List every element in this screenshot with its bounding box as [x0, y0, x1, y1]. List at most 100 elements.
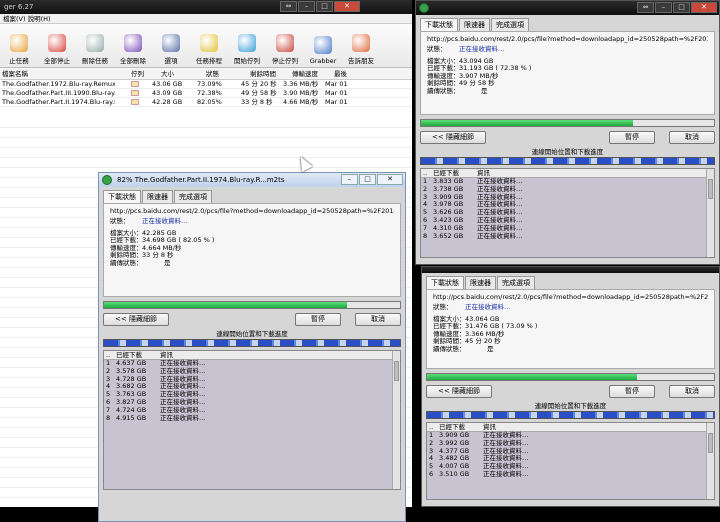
scrollbar-thumb[interactable]	[708, 179, 713, 199]
connections-column-header[interactable]: ..	[421, 169, 433, 177]
connection-row[interactable]: 6 3.827 GB 正在接收資料…	[104, 398, 400, 407]
hide-details-button[interactable]: << 隱藏細節	[420, 131, 486, 144]
cancel-button[interactable]: 取消	[669, 385, 715, 398]
connections-column-header[interactable]: ..	[104, 351, 116, 359]
connection-row[interactable]: 1 3.909 GB 正在接收資料…	[427, 431, 714, 440]
delete-task-button[interactable]: 刪除任務	[76, 34, 114, 65]
maximize-button[interactable]: □	[316, 1, 333, 12]
connection-row[interactable]: 5 4.007 GB 正在接收資料…	[427, 462, 714, 471]
column-header[interactable]: 傳輸速度	[290, 68, 332, 79]
stop-queue-button[interactable]: 停止佇列	[266, 34, 304, 65]
tab-options[interactable]: 完成選項	[491, 18, 529, 31]
tab-options[interactable]: 完成選項	[174, 190, 212, 203]
list-scrollbar[interactable]	[706, 423, 714, 499]
connection-row[interactable]: 4 3.978 GB 正在接收資料…	[421, 201, 714, 209]
restore-button[interactable]: ⇔	[280, 1, 297, 12]
column-header[interactable]: 佇列	[129, 68, 159, 79]
tab-status[interactable]: 下載狀態	[420, 18, 458, 31]
pause-button[interactable]: 暫停	[295, 313, 341, 326]
main-titlebar[interactable]: ger 6.27 ⇔ – □ ✕	[0, 0, 412, 14]
connection-row[interactable]: 3 4.377 GB 正在接收資料…	[427, 447, 714, 456]
pause-button[interactable]: 暫停	[609, 131, 655, 144]
connections-column-header[interactable]: 資訊	[477, 169, 714, 177]
connections-column-header[interactable]: 資訊	[160, 351, 400, 359]
connections-column-header[interactable]: 資訊	[483, 423, 714, 431]
connection-row[interactable]: 3 4.728 GB 正在接收資料…	[104, 375, 400, 384]
tab-status[interactable]: 下載狀態	[426, 276, 464, 289]
minimize-button[interactable]: –	[655, 2, 672, 13]
dialog-titlebar[interactable]	[422, 267, 719, 273]
connection-row[interactable]: 4 3.482 GB 正在接收資料…	[427, 455, 714, 463]
connection-row[interactable]: 5 3.763 GB 正在接收資料…	[104, 390, 400, 399]
close-button[interactable]: ✕	[691, 2, 717, 13]
connection-row[interactable]: 1 4.637 GB 正在接收資料…	[104, 359, 400, 368]
table-row[interactable]: The.Godfather.Part.III.1990.Blu-ray.Remu…	[0, 89, 412, 98]
column-header[interactable]: 狀態	[204, 68, 248, 79]
restore-button[interactable]: ⇔	[637, 2, 654, 13]
tab-limiter[interactable]: 限速器	[142, 190, 173, 203]
hide-details-button[interactable]: << 隱藏細節	[103, 313, 169, 326]
scheduler-button[interactable]: 任務排程	[190, 34, 228, 65]
table-row[interactable]: The.Godfather.1972.Blu-ray.Remux.1080p.A…	[0, 80, 412, 89]
connection-row[interactable]: 2 3.738 GB 正在接收資料…	[421, 185, 714, 194]
download-url: http://pcs.baidu.com/rest/2.0/pcs/file?m…	[427, 35, 708, 43]
column-header[interactable]: 最後	[332, 68, 362, 79]
tab-limiter[interactable]: 限速器	[459, 18, 490, 31]
connection-row[interactable]: 8 4.915 GB 正在接收資料…	[104, 414, 400, 423]
speed-value: 3.907 MB/秒	[459, 71, 499, 80]
scrollbar-thumb[interactable]	[708, 433, 713, 453]
connections-column-header[interactable]: ..	[427, 423, 439, 431]
dialog-titlebar[interactable]: ⇔ – □ ✕	[416, 1, 719, 15]
table-row[interactable]: The.Godfather.Part.II.1974.Blu-ray.Remux…	[0, 98, 412, 107]
connection-row[interactable]: 1 3.833 GB 正在接收資料…	[421, 177, 714, 186]
connection-row[interactable]: 8 3.652 GB 正在接收資料…	[421, 231, 714, 241]
connection-row[interactable]: 3 3.909 GB 正在接收資料…	[421, 193, 714, 202]
cancel-button[interactable]: 取消	[355, 313, 401, 326]
menu-items[interactable]: 檔案(V) 說明(H)	[3, 15, 51, 23]
stop-task-button[interactable]: 止任務	[0, 34, 38, 65]
connection-row[interactable]: 4 3.682 GB 正在接收資料…	[104, 383, 400, 391]
connection-row[interactable]: 6 3.423 GB 正在接收資料…	[421, 216, 714, 225]
tab-limiter[interactable]: 限速器	[465, 276, 496, 289]
close-button[interactable]: ✕	[377, 174, 403, 185]
list-scrollbar[interactable]	[392, 351, 400, 489]
connections-column-header[interactable]: 已經下載	[116, 351, 160, 359]
dialog-titlebar[interactable]: 82% The.Godfather.Part.II.1974.Blu-ray.R…	[99, 173, 405, 187]
minimize-button[interactable]: –	[298, 1, 315, 12]
close-button[interactable]: ✕	[334, 1, 360, 12]
connection-row[interactable]: 7 4.310 GB 正在接收資料…	[421, 224, 714, 233]
cancel-button[interactable]: 取消	[669, 131, 715, 144]
tab-status[interactable]: 下載狀態	[103, 190, 141, 203]
cell-remaining: 49 分 58 秒	[241, 89, 277, 97]
list-scrollbar[interactable]	[706, 169, 714, 257]
connection-row[interactable]: 5 3.626 GB 正在接收資料…	[421, 208, 714, 217]
tell-friend-button[interactable]: 告訴朋友	[342, 34, 380, 65]
grabber-button[interactable]: Grabber	[304, 36, 342, 65]
options-button[interactable]: 選項	[152, 34, 190, 65]
connection-row[interactable]: 2 3.992 GB 正在接收資料…	[427, 439, 714, 448]
connections-column-header[interactable]: 已經下載	[439, 423, 483, 431]
maximize-button[interactable]: □	[359, 174, 376, 185]
delete-all-button[interactable]: 全部刪除	[114, 34, 152, 65]
stop-all-button[interactable]: 全部停止	[38, 34, 76, 65]
status-panel: http://pcs.baidu.com/rest/2.0/pcs/file?m…	[103, 203, 401, 297]
connection-row[interactable]: 2 3.578 GB 正在接收資料…	[104, 367, 400, 376]
start-queue-button[interactable]: 開始佇列	[228, 34, 266, 65]
connections-column-header[interactable]: 已經下載	[433, 169, 477, 177]
connection-row[interactable]: 7 4.724 GB 正在接收資料…	[104, 406, 400, 415]
column-header[interactable]	[115, 68, 129, 79]
cell-status: 82.05%	[197, 98, 222, 106]
tab-options[interactable]: 完成選項	[497, 276, 535, 289]
maximize-button[interactable]: □	[673, 2, 690, 13]
menubar[interactable]: 檔案(V) 說明(H)	[0, 14, 412, 24]
connection-number: 8	[423, 231, 428, 240]
file-icon	[115, 89, 129, 97]
column-header[interactable]: 剩餘時間	[248, 68, 290, 79]
column-header[interactable]: 大小	[159, 68, 204, 79]
hide-details-button[interactable]: << 隱藏細節	[426, 385, 492, 398]
connection-row[interactable]: 6 3.510 GB 正在接收資料…	[427, 470, 714, 479]
pause-button[interactable]: 暫停	[609, 385, 655, 398]
minimize-button[interactable]: –	[341, 174, 358, 185]
column-header[interactable]: 檔案名稱	[0, 68, 115, 79]
scrollbar-thumb[interactable]	[394, 361, 399, 381]
